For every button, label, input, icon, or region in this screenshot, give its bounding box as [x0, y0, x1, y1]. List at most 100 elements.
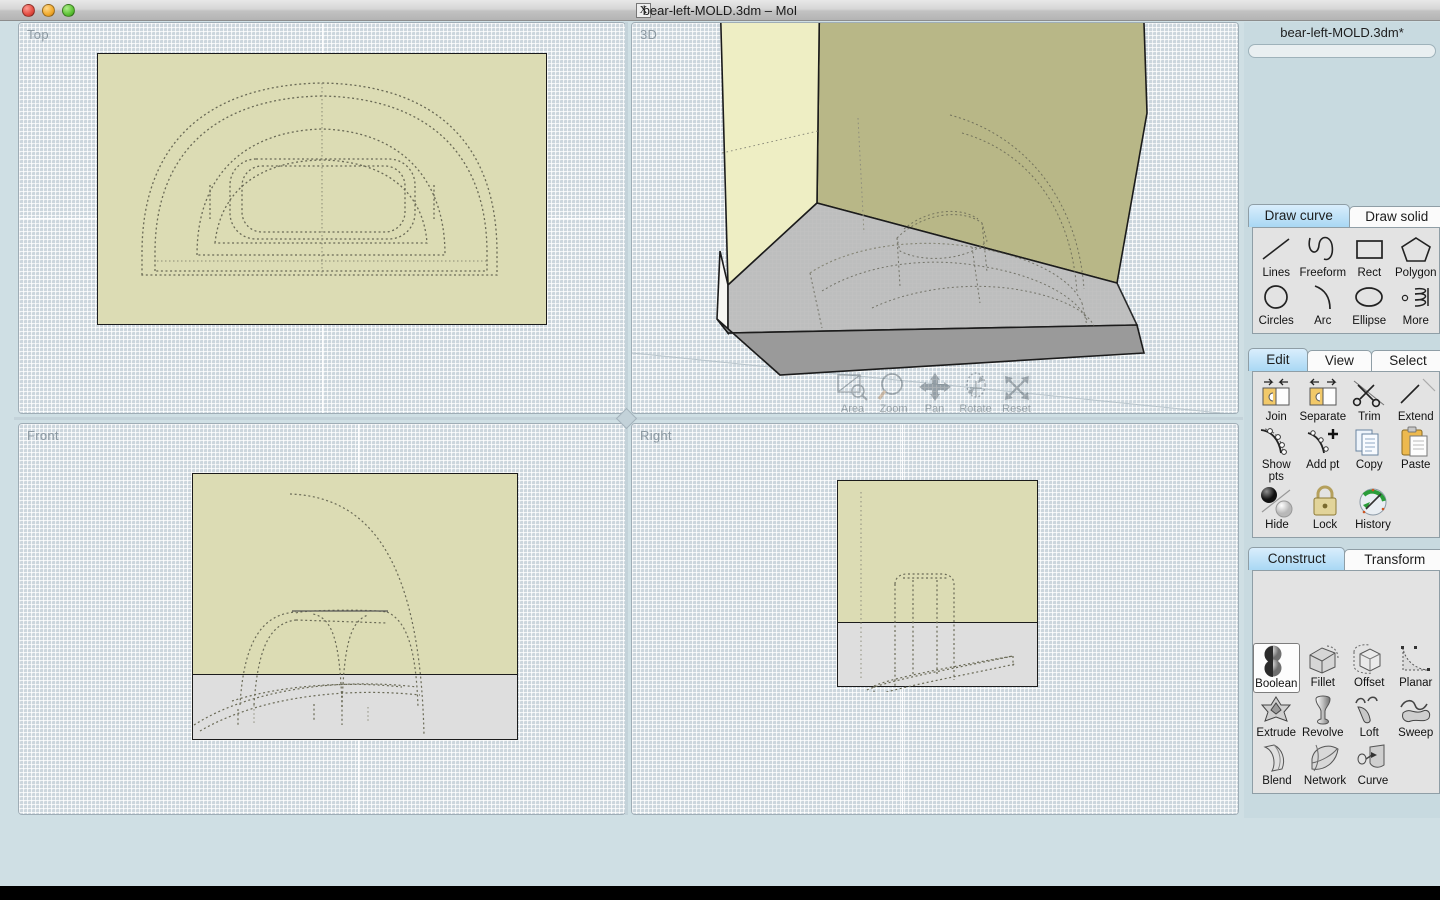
tab-draw-solid[interactable]: Draw solid	[1348, 206, 1440, 227]
tool-lines[interactable]: Lines	[1253, 233, 1299, 281]
tool-circles[interactable]: Circles	[1253, 281, 1300, 329]
tool-fillet[interactable]: Fillet	[1300, 643, 1346, 693]
tool-copy-label: Copy	[1355, 459, 1383, 471]
tool-paste[interactable]: Paste	[1393, 425, 1440, 485]
nav-pan-button[interactable]: Pan	[914, 371, 955, 414]
edit-row-3: Hide Lock History	[1253, 485, 1439, 533]
tab-view[interactable]: View	[1306, 350, 1373, 371]
tool-show-pts[interactable]: Show pts	[1253, 425, 1300, 485]
tool-history[interactable]: History	[1349, 485, 1397, 533]
tool-lines-label: Lines	[1262, 267, 1290, 279]
tool-polygon[interactable]: Polygon	[1393, 233, 1439, 281]
tool-circles-label: Circles	[1258, 315, 1294, 327]
viewport-3d[interactable]: 3D Area Zoom Pan Rotate Reset	[631, 22, 1239, 414]
curve-from-surface-icon	[1349, 741, 1397, 775]
tool-sweep[interactable]: Sweep	[1393, 693, 1440, 741]
nav-rotate-label: Rotate	[959, 403, 992, 414]
edit-row-2: Show pts Add pt Copy Paste	[1253, 425, 1439, 485]
tool-blend-label: Blend	[1262, 775, 1292, 787]
tool-revolve-label: Revolve	[1301, 727, 1344, 739]
freeform-curve-icon	[1299, 233, 1346, 267]
tool-show-pts-label: Show pts	[1261, 459, 1291, 483]
window-title: bear-left-MOLD.3dm – MoI	[642, 3, 798, 18]
rotate-orbit-icon	[955, 371, 996, 403]
revolve-icon	[1300, 693, 1347, 727]
tool-more[interactable]: More	[1393, 281, 1440, 329]
nav-reset-label: Reset	[1002, 403, 1031, 414]
tool-join[interactable]: Join	[1253, 377, 1299, 425]
tab-edit[interactable]: Edit	[1248, 348, 1308, 371]
tool-add-pt-label: Add pt	[1306, 459, 1340, 471]
app-window: X bear-left-MOLD.3dm – MoI Top 3D Area Z…	[0, 0, 1440, 886]
rectangle-icon	[1346, 233, 1392, 267]
tool-rect[interactable]: Rect	[1346, 233, 1392, 281]
tool-copy[interactable]: Copy	[1346, 425, 1393, 485]
polygon-icon	[1393, 233, 1439, 267]
tool-extrude[interactable]: Extrude	[1253, 693, 1300, 741]
command-bar[interactable]	[1248, 44, 1436, 58]
loft-icon	[1346, 693, 1393, 727]
nav-rotate-button[interactable]: Rotate	[955, 371, 996, 414]
tool-separate-label: Separate	[1299, 411, 1347, 423]
viewport-nav-widget[interactable]: Area Zoom Pan Rotate Reset	[832, 361, 1037, 414]
viewport-right[interactable]: Right	[631, 423, 1239, 815]
offset-icon	[1346, 643, 1392, 677]
tool-loft-label: Loft	[1359, 727, 1379, 739]
blend-icon	[1253, 741, 1301, 775]
tool-network[interactable]: Network	[1301, 741, 1349, 789]
reset-expand-icon	[996, 371, 1037, 403]
tool-separate[interactable]: Separate	[1299, 377, 1346, 425]
join-icon	[1253, 377, 1299, 411]
helix-more-icon	[1393, 281, 1440, 315]
tool-add-pt[interactable]: Add pt	[1300, 425, 1347, 485]
tool-freeform[interactable]: Freeform	[1299, 233, 1346, 281]
tool-revolve[interactable]: Revolve	[1300, 693, 1347, 741]
tool-trim[interactable]: Trim	[1346, 377, 1392, 425]
top-wireframe	[141, 82, 498, 276]
nav-zoom-button[interactable]: Zoom	[873, 371, 914, 414]
tool-ellipse[interactable]: Ellipse	[1346, 281, 1393, 329]
tool-boolean[interactable]: Boolean	[1253, 643, 1300, 693]
tool-history-label: History	[1355, 519, 1391, 531]
draw-tabs: Draw curve Draw solid	[1248, 204, 1440, 227]
tool-planar[interactable]: Planar	[1393, 643, 1439, 693]
tool-lock[interactable]: Lock	[1301, 485, 1349, 533]
tool-loft[interactable]: Loft	[1346, 693, 1393, 741]
tool-freeform-label: Freeform	[1299, 267, 1347, 279]
tool-extend[interactable]: Extend	[1393, 377, 1439, 425]
circle-icon	[1253, 281, 1300, 315]
area-zoom-icon	[832, 371, 873, 403]
line-icon	[1253, 233, 1299, 267]
draw-row-1: Lines Freeform Rect Polygon	[1253, 233, 1439, 281]
tool-ellipse-label: Ellipse	[1352, 315, 1387, 327]
tool-arc[interactable]: Arc	[1300, 281, 1347, 329]
tab-construct[interactable]: Construct	[1248, 547, 1346, 570]
construct-tabs: Construct Transform	[1248, 547, 1440, 570]
nav-zoom-label: Zoom	[879, 403, 908, 414]
tool-offset[interactable]: Offset	[1346, 643, 1392, 693]
right-wireframe	[860, 492, 1016, 692]
paste-clipboard-icon	[1393, 425, 1440, 459]
fillet-icon	[1300, 643, 1346, 677]
tool-hide[interactable]: Hide	[1253, 485, 1301, 533]
sidebar-filename: bear-left-MOLD.3dm*	[1280, 25, 1404, 40]
tool-polygon-label: Polygon	[1395, 267, 1437, 279]
tool-join-label: Join	[1265, 411, 1287, 423]
tool-trim-label: Trim	[1358, 411, 1381, 423]
hide-spheres-icon	[1253, 485, 1301, 519]
nav-pan-label: Pan	[924, 403, 945, 414]
tab-transform[interactable]: Transform	[1344, 549, 1440, 570]
boolean-icon	[1254, 644, 1299, 678]
nav-area-button[interactable]: Area	[832, 371, 873, 413]
tool-curve[interactable]: Curve	[1349, 741, 1397, 789]
nav-reset-button[interactable]: Reset	[996, 371, 1037, 414]
tool-blend[interactable]: Blend	[1253, 741, 1301, 789]
viewport-front[interactable]: Front	[18, 423, 626, 815]
bottom-toolbar: File Save Undo Redo Delete Split 3D Top …	[0, 818, 1440, 886]
front-wireframe	[193, 493, 425, 736]
tab-select[interactable]: Select	[1371, 350, 1440, 371]
viewport-top[interactable]: Top	[18, 22, 626, 414]
network-icon	[1301, 741, 1349, 775]
tab-draw-curve[interactable]: Draw curve	[1248, 204, 1350, 227]
draw-curve-panel: Lines Freeform Rect Polygon Circles Arc …	[1252, 227, 1440, 334]
